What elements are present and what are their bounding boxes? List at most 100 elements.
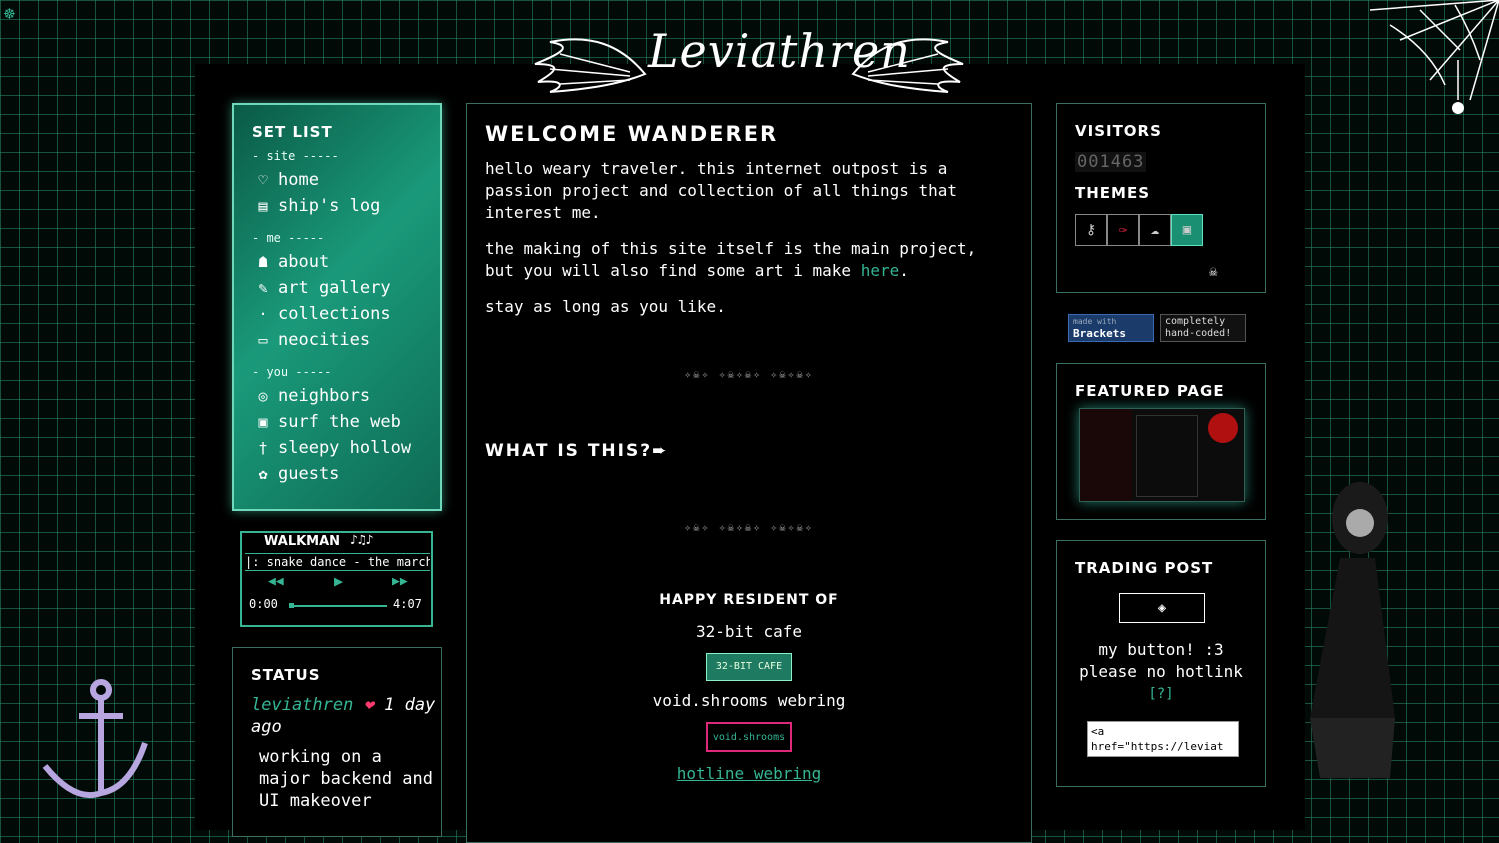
time-current: 0:00 bbox=[249, 597, 278, 611]
intro-paragraph: hello weary traveler. this internet outp… bbox=[485, 159, 958, 222]
ghost-icon: ☗ bbox=[258, 253, 268, 271]
project-text-end: . bbox=[899, 261, 909, 280]
progress-knob[interactable] bbox=[289, 603, 294, 608]
status-user[interactable]: leviathren bbox=[251, 695, 353, 715]
main-content: WELCOME WANDERER hello weary traveler. t… bbox=[466, 103, 1032, 843]
theme-brain-icon[interactable]: ☁ bbox=[1139, 214, 1171, 246]
section-label-site: - site ----- bbox=[252, 149, 339, 163]
status-panel: STATUS leviathren ❤ 1 day ago working on… bbox=[232, 647, 442, 837]
crab-icon: ☸ bbox=[4, 4, 15, 25]
walkman-title: WALKMAN bbox=[264, 534, 341, 549]
project-paragraph: the making of this site itself is the ma… bbox=[485, 238, 1013, 282]
voidshrooms-button[interactable]: void.shrooms bbox=[706, 722, 792, 752]
nav-item-ships-log[interactable]: ▤ ship's log bbox=[252, 193, 440, 219]
progress-track[interactable] bbox=[290, 605, 387, 607]
featured-panel: FEATURED PAGE bbox=[1056, 363, 1266, 520]
flower-icon: ✿ bbox=[258, 465, 268, 483]
trading-line-1: my button! :3 bbox=[1098, 640, 1224, 659]
palette-icon: ✎ bbox=[258, 279, 268, 297]
section-label-you: - you ----- bbox=[252, 365, 332, 379]
site-badges: made with Brackets completely hand-coded… bbox=[1068, 314, 1246, 342]
trading-post-panel: TRADING POST ◈ my button! :3 please no h… bbox=[1056, 540, 1266, 787]
hotline-webring-link[interactable]: hotline webring bbox=[677, 764, 822, 783]
theme-computer-icon[interactable]: ▣ bbox=[1171, 214, 1203, 246]
nav-label: surf the web bbox=[278, 412, 401, 432]
section-label-me: - me ----- bbox=[252, 231, 325, 245]
fast-forward-button[interactable]: ▶▶ bbox=[392, 574, 408, 589]
resident-title: HAPPY RESIDENT OF bbox=[659, 592, 839, 608]
theme-key-icon[interactable]: ⚷ bbox=[1075, 214, 1107, 246]
brackets-text: Brackets bbox=[1073, 327, 1126, 340]
theme-syringe-icon[interactable]: ✑ bbox=[1107, 214, 1139, 246]
nav-item-collections[interactable]: · collections bbox=[252, 301, 440, 327]
handcoded-badge[interactable]: completely hand-coded! bbox=[1160, 314, 1246, 342]
nav-label: home bbox=[278, 170, 319, 190]
status-title: STATUS bbox=[251, 666, 321, 684]
stay-paragraph: stay as long as you like. bbox=[485, 297, 726, 316]
nav-item-guests[interactable]: ✿ guests bbox=[252, 461, 440, 487]
nav-label: sleepy hollow bbox=[278, 438, 412, 458]
collection-icon: · bbox=[258, 305, 268, 323]
gothic-girl-image bbox=[1310, 482, 1395, 778]
art-link[interactable]: here bbox=[861, 261, 900, 280]
nav-item-surf-the-web[interactable]: ▣ surf the web bbox=[252, 409, 440, 435]
cafe-button-wrap: 32-BIT CAFE bbox=[485, 653, 1013, 681]
logbook-icon: ▤ bbox=[258, 197, 268, 215]
webring-label: void.shrooms webring bbox=[652, 691, 846, 710]
page-title: WELCOME WANDERER bbox=[485, 122, 779, 146]
status-message: working on a major backend and UI makeov… bbox=[259, 747, 433, 811]
heart-icon: ❤ bbox=[363, 695, 374, 715]
music-notes-icon: ♪♫♪ bbox=[350, 533, 374, 548]
skull-divider: ✧☠✧ ✧☠✧☠✧ ✧☠✧☠✧ bbox=[684, 521, 814, 534]
help-link[interactable]: [?] bbox=[1057, 683, 1265, 705]
trading-title: TRADING POST bbox=[1075, 559, 1214, 577]
nav-label: collections bbox=[278, 304, 391, 324]
visitors-panel: VISITORS 001463 THEMES ⚷ ✑ ☁ ▣ ☠ bbox=[1056, 103, 1266, 293]
button-code-textarea[interactable]: <a href="https://leviat bbox=[1087, 721, 1239, 757]
thumb-red-orb bbox=[1208, 413, 1238, 443]
right-wing-icon bbox=[851, 38, 964, 93]
nav-item-home[interactable]: ♡ home bbox=[252, 167, 440, 193]
computer-icon: ▣ bbox=[258, 413, 268, 431]
spiral-icon: ◎ bbox=[258, 387, 268, 405]
left-wing-icon bbox=[534, 38, 647, 93]
time-total: 4:07 bbox=[393, 597, 422, 611]
nav-label: art gallery bbox=[278, 278, 391, 298]
thumb-center-column bbox=[1136, 415, 1198, 497]
brackets-badge[interactable]: made with Brackets bbox=[1068, 314, 1154, 342]
play-button[interactable]: ▶ bbox=[334, 572, 343, 590]
nav-label: ship's log bbox=[278, 196, 381, 216]
cross-icon: † bbox=[258, 439, 268, 457]
themes-title: THEMES bbox=[1075, 184, 1151, 202]
nav-item-art-gallery[interactable]: ✎ art gallery bbox=[252, 275, 440, 301]
eye-icon: ◈ bbox=[1157, 600, 1167, 616]
site-logo[interactable]: Leviathren bbox=[530, 14, 970, 100]
nav-label: neighbors bbox=[278, 386, 371, 406]
theme-switcher: ⚷ ✑ ☁ ▣ bbox=[1075, 214, 1265, 246]
setlist-nav: SET LIST - site ----- ♡ home ▤ ship's log … bbox=[232, 103, 442, 511]
cafe-button[interactable]: 32-BIT CAFE bbox=[706, 653, 792, 681]
what-is-this-link[interactable]: WHAT IS THIS?➨ bbox=[485, 441, 1013, 461]
voidshrooms-button-wrap: void.shrooms bbox=[485, 722, 1013, 752]
nav-item-sleepy-hollow[interactable]: † sleepy hollow bbox=[252, 435, 440, 461]
hotline-webring-wrap: hotline webring bbox=[485, 764, 1013, 783]
setlist-title: SET LIST bbox=[252, 123, 333, 141]
nav-item-about[interactable]: ☗ about bbox=[252, 249, 440, 275]
skull-divider: ✧☠✧ ✧☠✧☠✧ ✧☠✧☠✧ bbox=[684, 368, 814, 381]
nav-label: neocities bbox=[278, 330, 371, 350]
rewind-button[interactable]: ◀◀ bbox=[268, 574, 284, 589]
anchor-icon bbox=[42, 679, 148, 799]
skull-icon: ☠ bbox=[1209, 264, 1218, 280]
status-header: leviathren ❤ 1 day ago bbox=[251, 694, 441, 738]
heart-icon: ♡ bbox=[258, 171, 268, 189]
visitors-title: VISITORS bbox=[1075, 122, 1162, 140]
visitor-counter: 001463 bbox=[1075, 152, 1147, 172]
site-button-image[interactable]: ◈ bbox=[1119, 593, 1205, 623]
featured-page-thumbnail[interactable] bbox=[1079, 408, 1245, 502]
nav-item-neocities[interactable]: ▭ neocities bbox=[252, 327, 440, 353]
nav-item-neighbors[interactable]: ◎ neighbors bbox=[252, 383, 440, 409]
spiderweb-icon bbox=[1369, 0, 1499, 114]
walkman-player: WALKMAN ♪♫♪ |: snake dance - the march ◀… bbox=[240, 531, 433, 627]
cafe-label: 32-bit cafe bbox=[696, 622, 802, 641]
thumb-left-column bbox=[1080, 409, 1132, 501]
